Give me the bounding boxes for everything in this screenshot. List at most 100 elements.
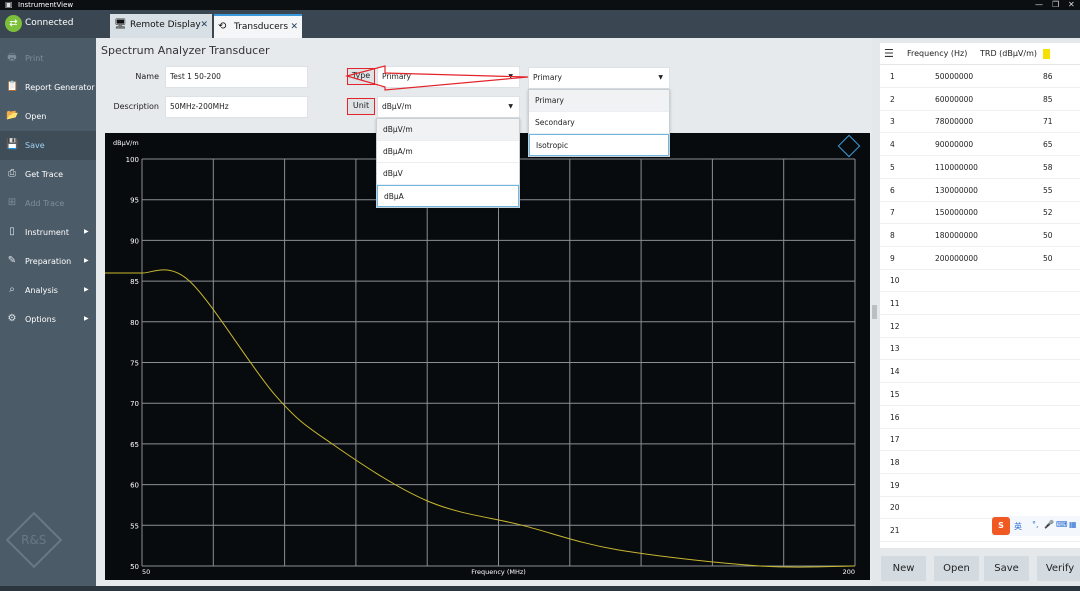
table-row[interactable]: 16 [880,406,1080,429]
list-settings-icon[interactable]: ☰ [884,43,894,65]
sidebar-item-analysis[interactable]: ⌕ Analysis ▶ [0,276,96,305]
dropdown-arrow-icon: ▼ [658,74,663,81]
table-row[interactable]: 17 [880,428,1080,452]
column-header-frequency[interactable]: Frequency (Hz) [907,43,967,65]
row-number: 8 [890,230,895,240]
print-icon: 🖶 [7,52,17,63]
table-row[interactable]: 7 150000000 52 [880,201,1080,225]
unit-option[interactable]: dBµA [377,185,519,207]
unit-option[interactable]: dBµV/m [377,119,519,141]
verify-button[interactable]: Verify [1037,556,1080,581]
connection-label: Connected [25,18,74,28]
row-number: 17 [890,435,900,445]
close-tab-icon[interactable]: ✕ [200,14,208,36]
unit-option[interactable]: dBµA/m [377,141,519,163]
submenu-arrow-icon: ▶ [84,315,89,322]
punctuation-icon[interactable]: °, [1032,520,1039,529]
trd-cell[interactable]: 50 [1043,224,1053,247]
table-row[interactable]: 10 [880,269,1080,293]
table-row[interactable]: 8 180000000 50 [880,224,1080,247]
y-tick-label: 90 [130,237,139,245]
ime-toolbar[interactable]: S 英 °, 🎤 ⌨ ▦ [992,516,1080,536]
row-number: 20 [890,503,900,513]
frequency-cell[interactable]: 180000000 [935,224,978,247]
table-row[interactable]: 4 90000000 65 [880,133,1080,157]
splitter-handle[interactable] [872,305,877,319]
close-button[interactable]: ✕ [1068,0,1075,10]
microphone-icon[interactable]: 🎤 [1044,520,1054,529]
type-option[interactable]: Primary [529,90,669,112]
table-row[interactable]: 6 130000000 55 [880,179,1080,202]
table-row[interactable]: 19 [880,474,1080,497]
frequency-cell[interactable]: 150000000 [935,201,978,224]
y-tick-label: 65 [130,441,139,449]
frequency-cell[interactable]: 60000000 [935,88,973,111]
table-row[interactable]: 13 [880,337,1080,361]
table-row[interactable]: 18 [880,451,1080,474]
name-input[interactable]: Test 1 50-200 [165,66,308,88]
trd-cell[interactable]: 65 [1043,133,1053,156]
sogou-icon: S [992,517,1010,535]
frequency-cell[interactable]: 130000000 [935,179,978,202]
sidebar-item-instrument[interactable]: ▯ Instrument ▶ [0,218,96,247]
sidebar-item-add-trace[interactable]: ⊞ Add Trace [0,189,96,218]
frequency-cell[interactable]: 78000000 [935,110,973,133]
y-tick-label: 70 [130,400,139,408]
table-row[interactable]: 5 110000000 58 [880,156,1080,179]
table-row[interactable]: 2 60000000 85 [880,88,1080,111]
trd-cell[interactable]: 50 [1043,247,1053,270]
trd-cell[interactable]: 58 [1043,156,1053,179]
unit-label: Unit [347,98,375,115]
description-input[interactable]: 50MHz-200MHz [165,96,308,118]
row-number: 13 [890,344,900,354]
dropdown-arrow-icon: ▼ [508,103,513,110]
close-tab-icon[interactable]: ✕ [290,16,298,38]
new-button[interactable]: New [881,556,926,581]
unit-option[interactable]: dBµV [377,163,519,185]
keyboard-icon[interactable]: ⌨ [1056,520,1068,529]
tab-transducers[interactable]: ⟲ Transducers ✕ [214,14,302,38]
frequency-cell[interactable]: 50000000 [935,65,973,88]
trd-cell[interactable]: 52 [1043,201,1053,224]
sidebar-item-report-generator[interactable]: 📋 Report Generator [0,73,96,102]
type-option[interactable]: Secondary [529,112,669,134]
x-tick-label: 50 [142,568,150,576]
open-button[interactable]: Open [934,556,979,581]
trd-cell[interactable]: 86 [1043,65,1053,88]
frequency-cell[interactable]: 90000000 [935,133,973,156]
frequency-cell[interactable]: 110000000 [935,156,978,179]
table-row[interactable]: 15 [880,383,1080,406]
submenu-arrow-icon: ▶ [84,286,89,293]
row-number: 6 [890,185,895,195]
connection-status[interactable]: ⇄ Connected [0,10,96,38]
sidebar-item-print[interactable]: 🖶 Print [0,44,96,73]
submenu-arrow-icon: ▶ [84,257,89,264]
tab-remote-display[interactable]: 🖥 Remote Display ✕ [110,14,212,38]
trd-cell[interactable]: 55 [1043,179,1053,202]
taskbar [0,586,1080,591]
trd-cell[interactable]: 71 [1043,110,1053,133]
table-row[interactable]: 9 200000000 50 [880,247,1080,270]
restore-button[interactable]: ❐ [1052,0,1059,10]
sidebar-item-preparation[interactable]: ✎ Preparation ▶ [0,247,96,276]
apps-icon[interactable]: ▦ [1069,520,1077,529]
table-row[interactable]: 11 [880,292,1080,315]
row-number: 16 [890,412,900,422]
ime-language[interactable]: 英 [1014,521,1022,532]
type-option[interactable]: Isotropic [529,134,669,156]
sidebar-item-get-trace[interactable]: ⎙ Get Trace [0,160,96,189]
table-row[interactable]: 12 [880,315,1080,338]
sidebar-item-open[interactable]: 📂 Open [0,102,96,131]
column-header-trd[interactable]: TRD (dBµV/m) [980,43,1037,65]
table-row[interactable]: 1 50000000 86 [880,65,1080,88]
sidebar-item-options[interactable]: ⚙ Options ▶ [0,305,96,334]
save-button[interactable]: Save [984,556,1029,581]
rs-logo: R&S [5,511,63,569]
frequency-cell[interactable]: 200000000 [935,247,978,270]
minimize-button[interactable]: — [1035,0,1043,10]
type-dropdown[interactable]: Primary ▼ [528,67,670,89]
table-row[interactable]: 3 78000000 71 [880,110,1080,134]
table-row[interactable]: 14 [880,360,1080,384]
trd-cell[interactable]: 85 [1043,88,1053,111]
sidebar-item-save[interactable]: 💾 Save [0,131,96,160]
